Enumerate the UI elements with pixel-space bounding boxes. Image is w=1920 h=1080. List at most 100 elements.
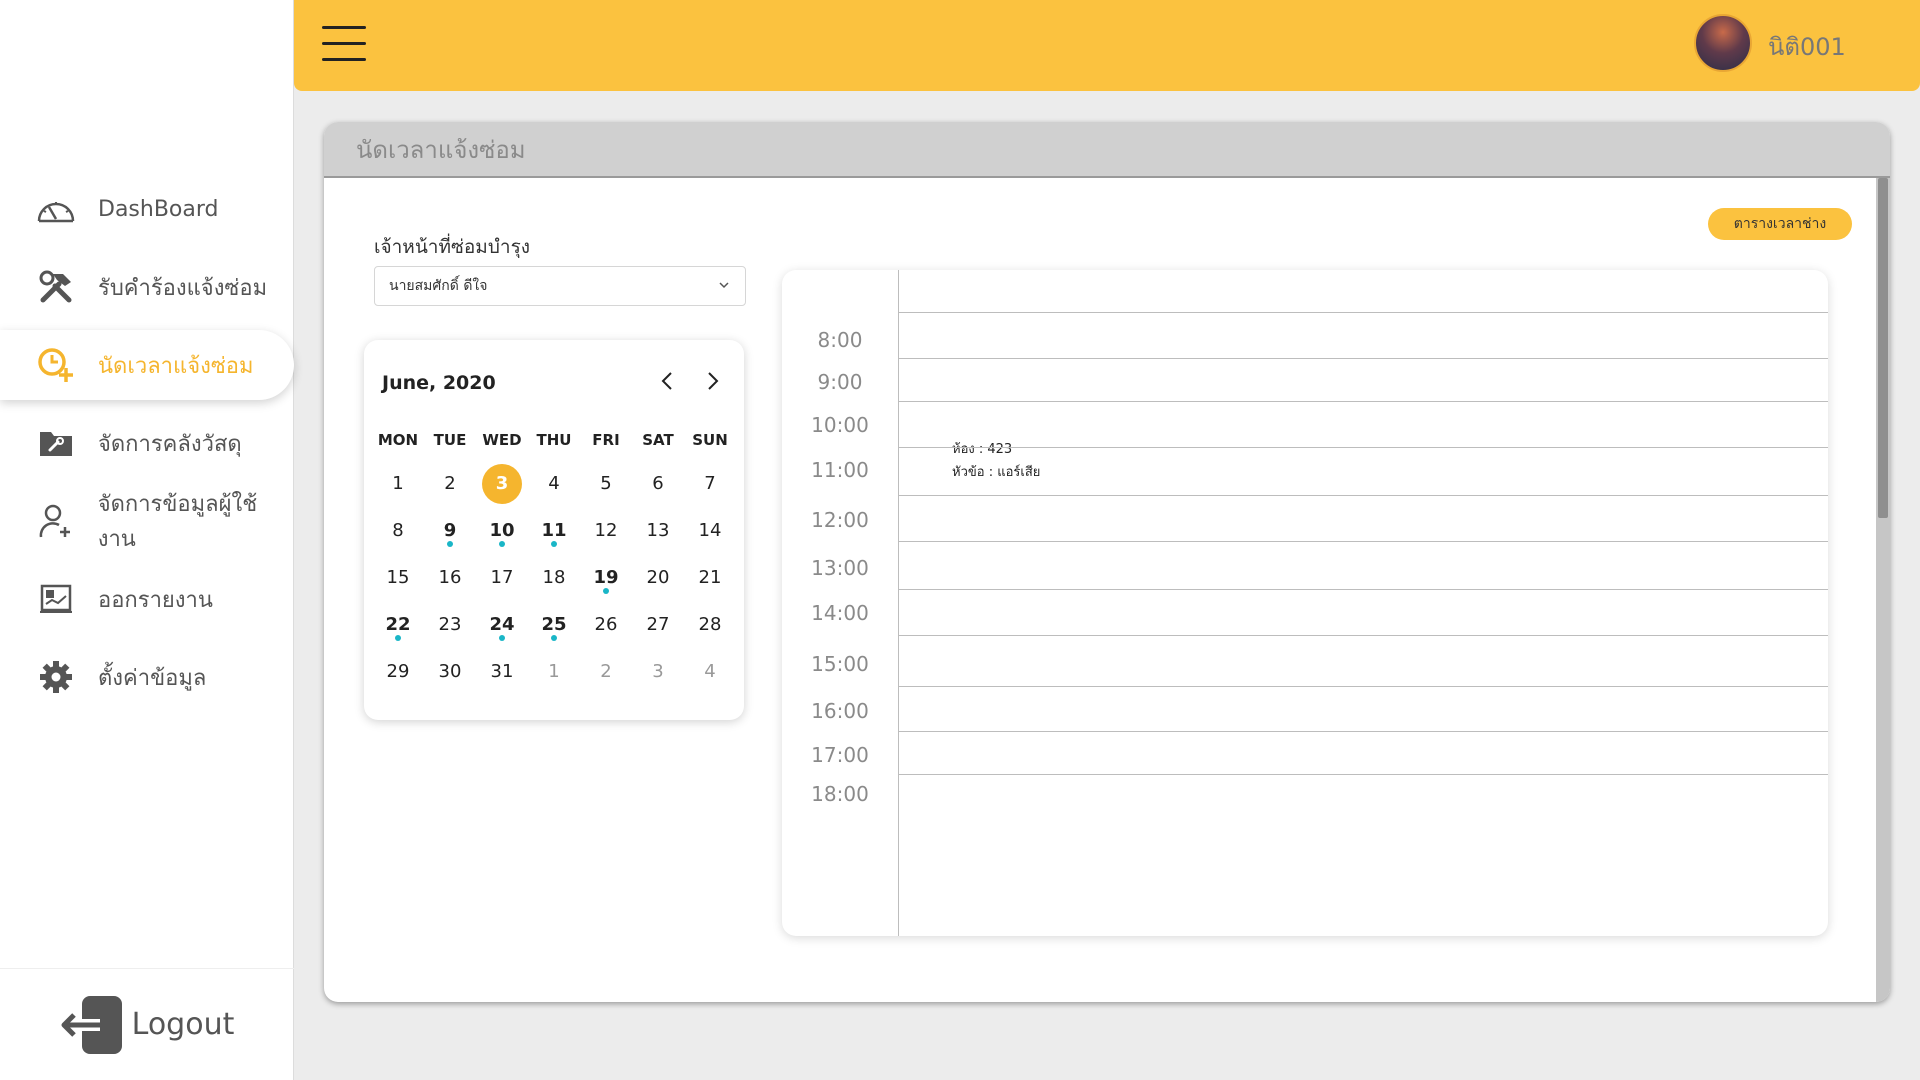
calendar-day[interactable]: 17 (476, 567, 528, 588)
scrollbar[interactable] (1876, 178, 1890, 1002)
calendar-day[interactable]: 30 (424, 661, 476, 682)
day-timeline: ห้อง : 423 หัวข้อ : แอร์เสีย 8:00 9:00 10:… (782, 270, 1828, 936)
logout-button[interactable]: Logout (0, 968, 294, 1080)
sidebar-item-label: ตั้งค่าข้อมูล (98, 665, 207, 691)
day-number: 9 (443, 520, 457, 541)
weekday-label: FRI (592, 431, 620, 449)
calendar-day[interactable]: 1 (528, 661, 580, 682)
sidebar-item-reports[interactable]: ออกรายงาน (0, 560, 294, 638)
sidebar-item-users[interactable]: จัดการข้อมูลผู้ใช้งาน (0, 482, 294, 560)
day-number: 28 (698, 614, 722, 635)
calendar-month-label: June, 2020 (382, 372, 496, 394)
day-number: 5 (600, 473, 612, 494)
day-number: 24 (489, 614, 515, 635)
calendar-day[interactable]: 14 (684, 520, 736, 541)
calendar-day[interactable]: 10 (476, 520, 528, 547)
calendar-day[interactable]: 29 (372, 661, 424, 682)
calendar-day[interactable]: 26 (580, 614, 632, 635)
weekday-header: MON TUE WED THU FRI SAT SUN (372, 420, 736, 460)
schedule-card: นัดเวลาแจ้งซ่อม ตารางเวลาช่าง เจ้าหน้าที… (324, 122, 1890, 1002)
day-number: 8 (392, 520, 404, 541)
day-number: 22 (385, 614, 411, 635)
scrollbar-thumb[interactable] (1878, 178, 1888, 518)
calendar-day[interactable]: 2 (424, 473, 476, 494)
sidebar-item-inventory[interactable]: จัดการคลังวัสดุ (0, 404, 294, 482)
sidebar-item-dashboard[interactable]: DashBoard (0, 170, 294, 248)
chevron-left-icon[interactable] (654, 368, 680, 394)
calendar-day[interactable]: 6 (632, 473, 684, 494)
day-number: 14 (698, 520, 722, 541)
timeline-hour-line (898, 774, 1828, 775)
timeline-hour-line (898, 541, 1828, 542)
calendar-day-selected[interactable]: 3 (476, 463, 528, 504)
calendar-day[interactable]: 4 (684, 661, 736, 682)
calendar-day[interactable]: 27 (632, 614, 684, 635)
calendar-day[interactable]: 11 (528, 520, 580, 547)
event-dot (499, 635, 505, 641)
day-number: 6 (652, 473, 664, 494)
timeline-hour-line (898, 731, 1828, 732)
day-number: 2 (600, 661, 612, 682)
technician-schedule-button[interactable]: ตารางเวลาช่าง (1708, 208, 1852, 240)
day-number: 1 (392, 473, 404, 494)
username[interactable]: นิติ001 (1768, 27, 1846, 66)
event-dot (551, 541, 557, 547)
day-number: 3 (482, 463, 522, 504)
calendar-day[interactable]: 2 (580, 661, 632, 682)
calendar-day[interactable]: 19 (580, 567, 632, 594)
day-number: 11 (541, 520, 567, 541)
appointment-event[interactable]: ห้อง : 423 หัวข้อ : แอร์เสีย (952, 438, 1040, 484)
sidebar-item-repair-requests[interactable]: รับคำร้องแจ้งซ่อม (0, 248, 294, 326)
menu-icon[interactable] (322, 26, 366, 62)
calendar-day[interactable]: 22 (372, 614, 424, 641)
gear-icon (34, 657, 78, 697)
calendar-day[interactable]: 25 (528, 614, 580, 641)
user-add-icon (34, 501, 78, 541)
weekday-label: TUE (433, 431, 467, 449)
weekday-label: WED (482, 431, 522, 449)
calendar-day[interactable]: 23 (424, 614, 476, 635)
calendar-day[interactable]: 20 (632, 567, 684, 588)
calendar-day[interactable]: 24 (476, 614, 528, 641)
calendar-day[interactable]: 13 (632, 520, 684, 541)
tools-icon (34, 267, 78, 307)
event-dot (499, 541, 505, 547)
technician-label: เจ้าหน้าที่ซ่อมบำรุง (374, 236, 531, 258)
calendar-day[interactable]: 3 (632, 661, 684, 682)
calendar-day[interactable]: 12 (580, 520, 632, 541)
timeline-hour-line (898, 686, 1828, 687)
report-icon (34, 579, 78, 619)
calendar-day[interactable]: 8 (372, 520, 424, 541)
timeline-hour-label: 18:00 (811, 782, 869, 806)
day-number: 25 (541, 614, 567, 635)
calendar-day[interactable]: 7 (684, 473, 736, 494)
day-number: 17 (490, 567, 514, 588)
logout-icon (60, 992, 126, 1058)
timeline-hour-label: 14:00 (811, 601, 869, 625)
avatar[interactable] (1694, 14, 1752, 72)
calendar-day[interactable]: 5 (580, 473, 632, 494)
day-number: 4 (548, 473, 560, 494)
chevron-down-icon (719, 282, 729, 289)
event-topic: หัวข้อ : แอร์เสีย (952, 465, 1041, 480)
calendar-day[interactable]: 15 (372, 567, 424, 588)
clock-add-icon (34, 345, 78, 385)
technician-select-value: นายสมศักดิ์ ดีใจ (389, 278, 488, 294)
calendar-day[interactable]: 4 (528, 473, 580, 494)
day-number: 2 (444, 473, 456, 494)
calendar-day[interactable]: 9 (424, 520, 476, 547)
dashboard-icon (34, 189, 78, 229)
calendar-day[interactable]: 21 (684, 567, 736, 588)
timeline-hour-line (898, 358, 1828, 359)
timeline-hour-label: 13:00 (811, 556, 869, 580)
chevron-right-icon[interactable] (700, 368, 726, 394)
sidebar-item-repair-schedule[interactable]: นัดเวลาแจ้งซ่อม (0, 330, 294, 400)
sidebar-item-settings[interactable]: ตั้งค่าข้อมูล (0, 638, 294, 716)
calendar-day[interactable]: 1 (372, 473, 424, 494)
technician-select[interactable]: นายสมศักดิ์ ดีใจ (374, 266, 746, 306)
calendar-day[interactable]: 31 (476, 661, 528, 682)
calendar-day[interactable]: 28 (684, 614, 736, 635)
calendar-day[interactable]: 16 (424, 567, 476, 588)
calendar-day[interactable]: 18 (528, 567, 580, 588)
day-number: 31 (490, 661, 514, 682)
